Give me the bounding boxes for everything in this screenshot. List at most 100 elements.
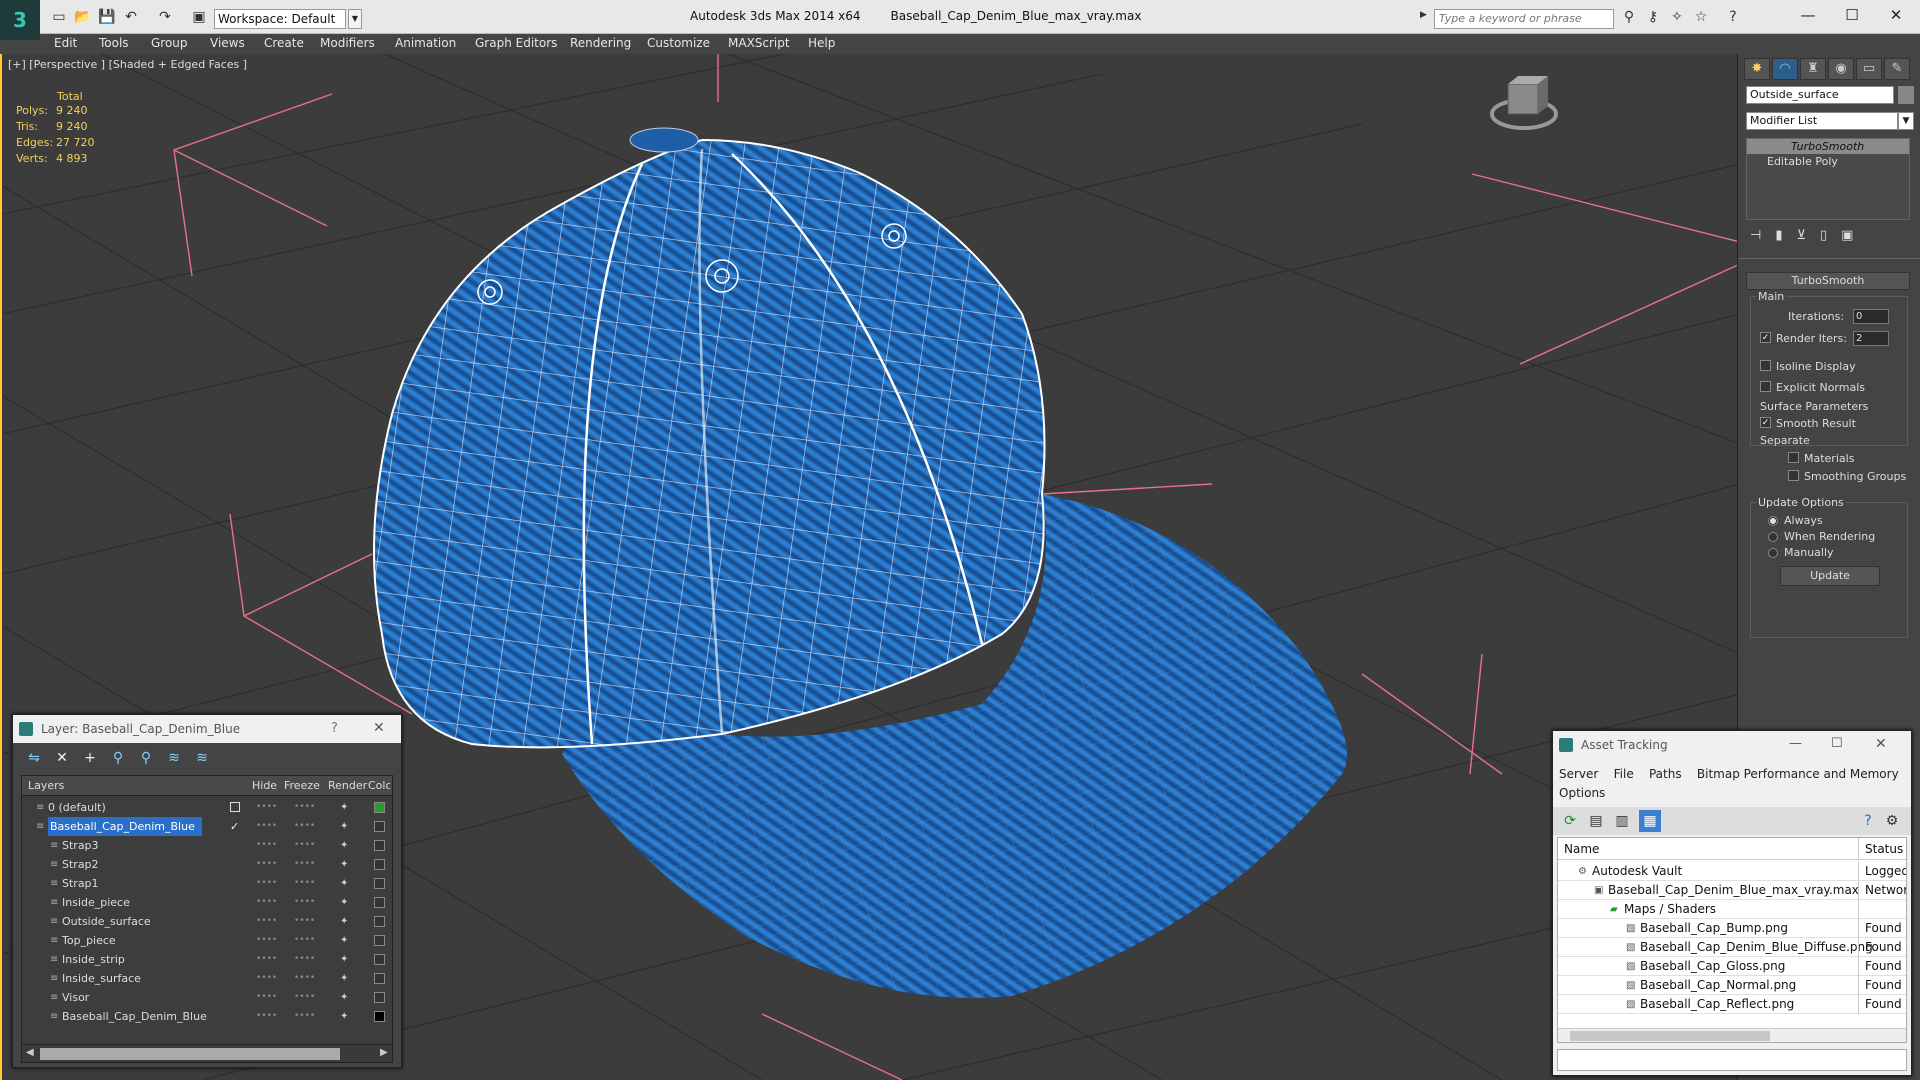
scrollbar-thumb[interactable] (1570, 1031, 1770, 1041)
layer-row[interactable]: ≡ 0 (default) •••• •••• ✦ (22, 798, 392, 817)
help-icon[interactable]: ? (331, 721, 338, 736)
layer-name[interactable]: Baseball_Cap_Denim_Blue (62, 1007, 207, 1026)
hide-toggle[interactable]: •••• (256, 931, 277, 950)
render-teapot-icon[interactable]: ✦ (340, 874, 348, 893)
asset-row[interactable]: ▧ Baseball_Cap_Gloss.png Found (1558, 957, 1906, 976)
menu-graph-editors[interactable]: Graph Editors (475, 36, 557, 50)
layer-color-swatch[interactable] (374, 878, 385, 889)
asset-row[interactable]: ▧ Baseball_Cap_Normal.png Found (1558, 976, 1906, 995)
hide-toggle[interactable]: •••• (256, 988, 277, 1007)
hide-toggle[interactable]: •••• (256, 893, 277, 912)
layer-row[interactable]: ≡ Top_piece •••• •••• ✦ (22, 931, 392, 950)
manually-radio[interactable] (1768, 548, 1778, 558)
project-folder-icon[interactable]: ▣ (190, 8, 208, 26)
hide-toggle[interactable]: •••• (256, 1007, 277, 1026)
render-teapot-icon[interactable]: ✦ (340, 931, 348, 950)
expand-arrow-icon[interactable]: ▶ (1420, 10, 1430, 28)
menu-options[interactable]: Options (1559, 786, 1605, 800)
minimize-icon[interactable]: — (1789, 736, 1802, 751)
menu-edit[interactable]: Edit (54, 36, 77, 50)
hide-all-icon[interactable]: ≋ (163, 747, 185, 769)
smoothing-groups-checkbox[interactable] (1788, 470, 1799, 481)
render-teapot-icon[interactable]: ✦ (340, 969, 348, 988)
layer-row[interactable]: ≡ Outside_surface •••• •••• ✦ (22, 912, 392, 931)
open-file-icon[interactable]: 📂 (74, 8, 92, 26)
utilities-tab-icon[interactable]: ✎ (1884, 58, 1910, 80)
layer-name[interactable]: 0 (default) (48, 798, 106, 817)
close-icon[interactable]: ✕ (1875, 736, 1887, 752)
layer-name[interactable]: Inside_piece (62, 893, 130, 912)
hide-toggle[interactable]: •••• (256, 817, 277, 836)
render-teapot-icon[interactable]: ✦ (340, 836, 348, 855)
close-icon[interactable]: ✕ (1876, 6, 1916, 26)
menu-rendering[interactable]: Rendering (570, 36, 631, 50)
refresh-icon[interactable]: ⟳ (1559, 810, 1581, 832)
layer-name[interactable]: Visor (62, 988, 89, 1007)
menu-help[interactable]: Help (808, 36, 835, 50)
stack-toolbar[interactable]: ⊣▮⊻▯▣ (1746, 228, 1910, 248)
col-color[interactable]: Color (368, 776, 390, 796)
help-icon[interactable]: ? (1724, 8, 1742, 26)
layer-row[interactable]: ≡ Strap1 •••• •••• ✦ (22, 874, 392, 893)
menu-maxscript[interactable]: MAXScript (728, 36, 790, 50)
layer-name[interactable]: Top_piece (62, 931, 116, 950)
undo-icon[interactable]: ↶ (122, 8, 140, 26)
materials-checkbox[interactable] (1788, 452, 1799, 463)
freeze-toggle[interactable]: •••• (294, 817, 315, 836)
horizontal-scrollbar[interactable]: ◀ ▶ (22, 1044, 392, 1062)
hide-toggle[interactable]: •••• (256, 912, 277, 931)
asset-row[interactable]: ⚙ Autodesk Vault Logged O (1558, 862, 1906, 881)
freeze-toggle[interactable]: •••• (294, 874, 315, 893)
menu-bitmap-performance[interactable]: Bitmap Performance and Memory (1697, 767, 1899, 781)
asset-table[interactable]: Name Status ⚙ Autodesk Vault Logged O ▣ Base… (1557, 837, 1907, 1043)
minimize-icon[interactable]: — (1788, 6, 1828, 26)
asset-row[interactable]: ▧ Baseball_Cap_Bump.png Found (1558, 919, 1906, 938)
asset-row[interactable]: ▰ Maps / Shaders (1558, 900, 1906, 919)
layer-row[interactable]: ≡ Inside_piece •••• •••• ✦ (22, 893, 392, 912)
freeze-toggle[interactable]: •••• (294, 1007, 315, 1026)
render-iters-checkbox[interactable]: ✓ (1760, 332, 1771, 343)
thumbnail-view-icon[interactable]: ▥ (1611, 810, 1633, 832)
layer-list[interactable]: Layers Hide Freeze Render Color ≡0 (defa… (21, 775, 393, 1063)
layer-row[interactable]: ≡ Baseball_Cap_Denim_Blue •••• •••• ✦ ✓ (22, 817, 392, 836)
menu-customize[interactable]: Customize (647, 36, 710, 50)
hide-toggle[interactable]: •••• (256, 836, 277, 855)
redo-icon[interactable]: ↷ (156, 8, 174, 26)
create-tab-icon[interactable]: ✸ (1744, 58, 1770, 80)
when-rendering-radio[interactable] (1768, 532, 1778, 542)
favorites-icon[interactable]: ☆ (1692, 8, 1710, 26)
layer-color-swatch[interactable] (374, 802, 385, 813)
settings-icon[interactable]: ⚙ (1881, 810, 1903, 832)
col-name[interactable]: Name (1564, 838, 1599, 860)
stack-item-turbosmooth[interactable]: TurboSmooth (1747, 139, 1909, 154)
asset-window-title[interactable]: Asset Tracking (1553, 731, 1911, 759)
close-icon[interactable]: ✕ (373, 720, 385, 736)
layer-color-swatch[interactable] (374, 897, 385, 908)
explicit-normals-checkbox[interactable] (1760, 381, 1771, 392)
always-radio[interactable] (1768, 516, 1778, 526)
add-icon[interactable]: + (79, 747, 101, 769)
layer-row[interactable]: ≡ Strap3 •••• •••• ✦ (22, 836, 392, 855)
save-file-icon[interactable]: 💾 (98, 8, 116, 26)
layer-color-swatch[interactable] (374, 1011, 385, 1022)
menu-modifiers[interactable]: Modifiers (320, 36, 375, 50)
new-file-icon[interactable]: ▭ (50, 8, 68, 26)
freeze-toggle[interactable]: •••• (294, 836, 315, 855)
render-teapot-icon[interactable]: ✦ (340, 817, 348, 836)
maximize-icon[interactable]: ☐ (1831, 736, 1843, 751)
iterations-spinner[interactable]: 0 (1853, 309, 1889, 324)
scroll-left-icon[interactable]: ◀ (26, 1047, 34, 1058)
layer-color-swatch[interactable] (374, 916, 385, 927)
layer-name[interactable]: Baseball_Cap_Denim_Blue (48, 817, 202, 836)
hide-toggle[interactable]: •••• (256, 950, 277, 969)
current-layer-box[interactable] (230, 802, 240, 812)
asset-row[interactable]: ▣ Baseball_Cap_Denim_Blue_max_vray.max Net… (1558, 881, 1906, 900)
workspace-arrow-icon[interactable]: ▼ (348, 9, 362, 29)
layer-name[interactable]: Inside_strip (62, 950, 125, 969)
freeze-toggle[interactable]: •••• (294, 798, 315, 817)
layer-window-title[interactable]: Layer: Baseball_Cap_Denim_Blue (13, 715, 401, 743)
freeze-toggle[interactable]: •••• (294, 969, 315, 988)
isoline-checkbox[interactable] (1760, 360, 1771, 371)
asset-path-field[interactable] (1557, 1049, 1907, 1071)
layer-name[interactable]: Strap2 (62, 855, 99, 874)
